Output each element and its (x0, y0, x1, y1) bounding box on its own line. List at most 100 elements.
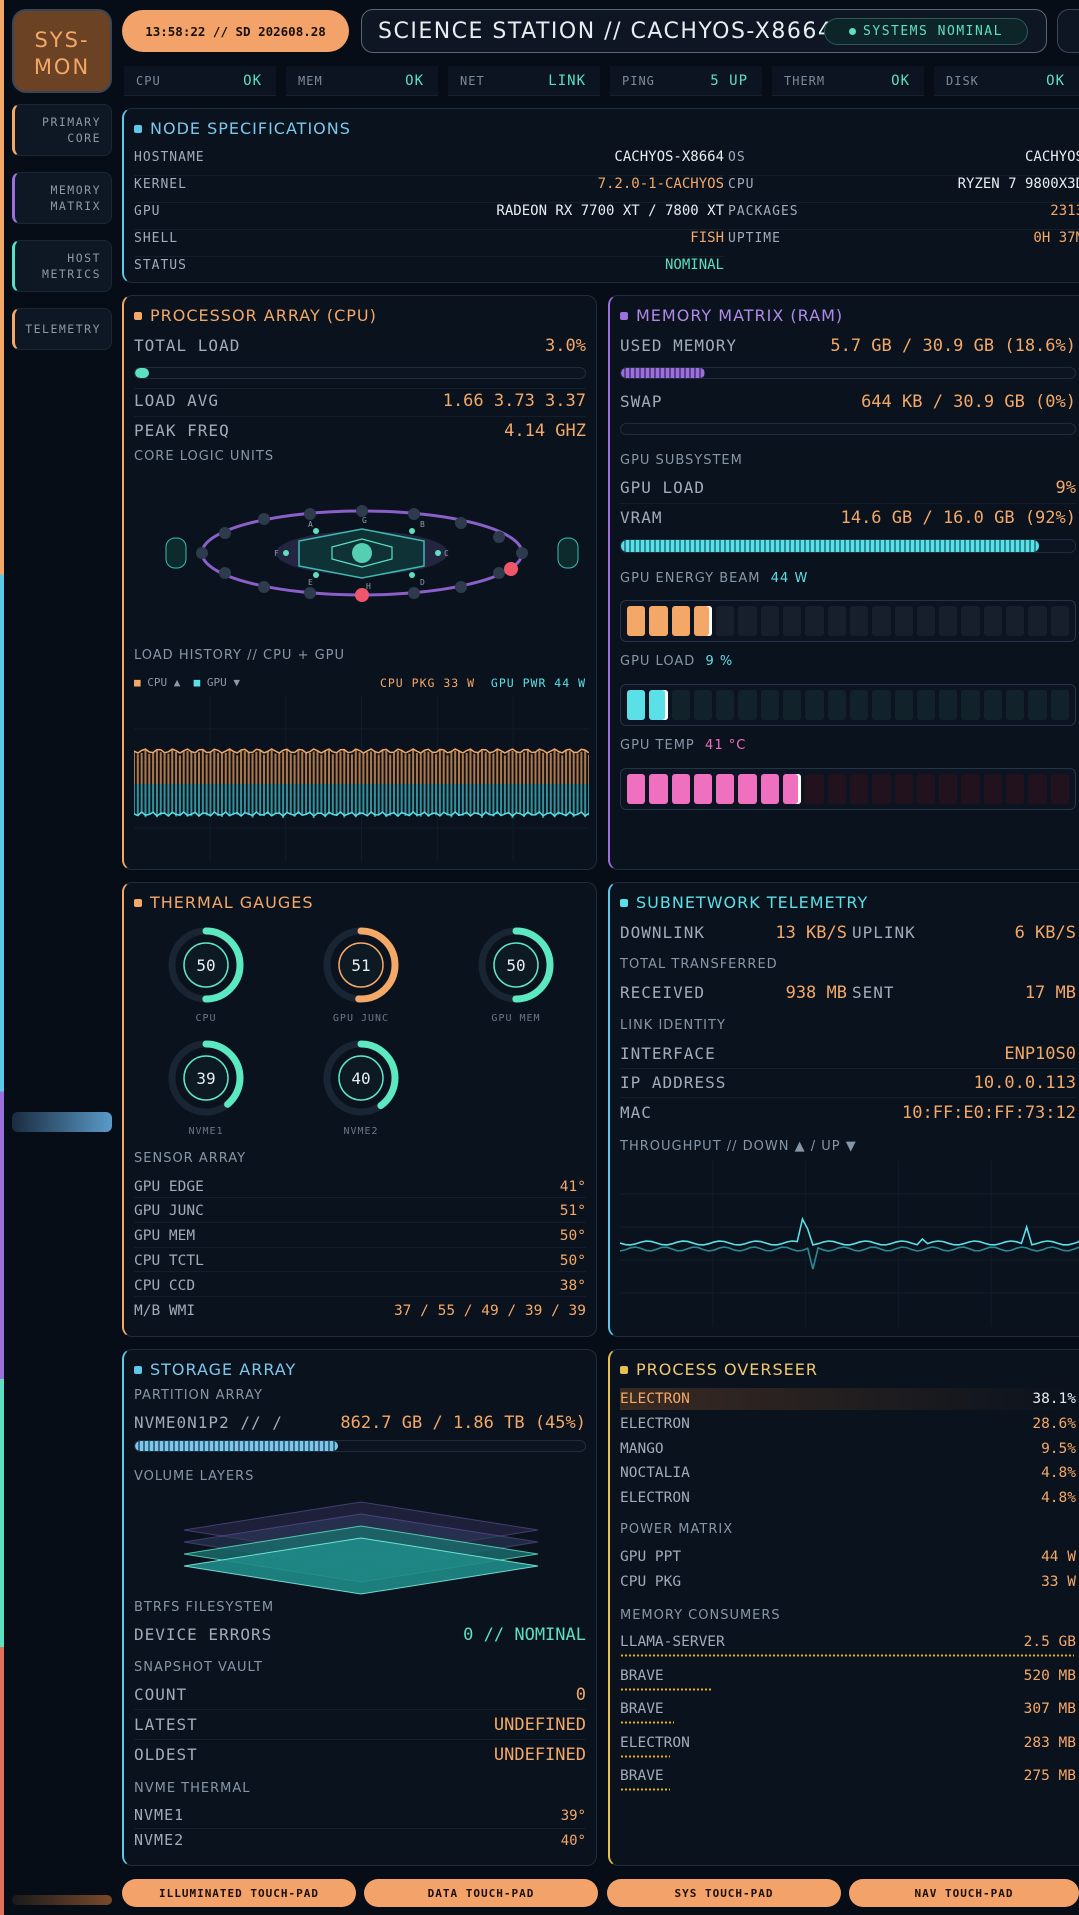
process-row[interactable]: ELECTRON 28.6% (620, 1413, 1076, 1435)
vram-value: 14.6 GB / 16.0 GB (92%) (840, 508, 1076, 528)
nav-memory-matrix[interactable]: MEMORY MATRIX (12, 172, 112, 224)
meter-segment (716, 774, 735, 804)
gauge-caption: GPU MEM (491, 1013, 541, 1024)
meter-segment (1050, 690, 1069, 720)
meter-segment (939, 690, 958, 720)
process-row[interactable]: ELECTRON 4.8% (620, 1487, 1076, 1509)
meter-segment (627, 606, 646, 636)
swap-value: 644 KB / 30.9 GB (0%) (861, 392, 1076, 412)
meter-segment (738, 606, 757, 636)
thermal-gauge: 40 NVME2 (321, 1038, 401, 1137)
gauge-ring: 50 (478, 927, 554, 1003)
cpu-panel: PROCESSOR ARRAY (CPU) TOTAL LOAD 3.0% LOA… (122, 295, 597, 870)
meter-segment (916, 606, 936, 636)
network-panel-title: SUBNETWORK TELEMETRY (636, 893, 869, 912)
orbit-label: C (444, 549, 449, 558)
nav-touchpad-button[interactable]: NAV TOUCH-PAD (849, 1879, 1079, 1907)
sensor-row: CPU TCTL 50° (134, 1250, 586, 1273)
uptime-value: 0H 37M (1033, 230, 1079, 246)
meter-segment (1028, 606, 1047, 636)
used-memory-value: 5.7 GB / 30.9 GB (18.6%) (830, 336, 1076, 356)
meter-segment (983, 690, 1003, 720)
process-row[interactable]: NOCTALIA 4.8% (620, 1462, 1076, 1484)
node-status-value: NOMINAL (664, 257, 724, 273)
status-therm: THERM OK (772, 66, 924, 96)
cpu-model-value: RYZEN 7 9800X3D (957, 176, 1079, 192)
status-cpu: CPU OK (124, 66, 276, 96)
sensor-row: GPU MEM 50° (134, 1226, 586, 1248)
meter-segment (649, 606, 668, 636)
meter-segment (849, 774, 869, 804)
meter-segment (939, 774, 958, 804)
orbit-label: F (274, 549, 279, 558)
received-value: 938 MB (785, 983, 847, 1003)
meter-segment (649, 690, 668, 720)
os-value: CACHYOS (1024, 149, 1079, 165)
thermal-gauge: 50 GPU MEM (476, 925, 556, 1024)
data-touchpad-button[interactable]: DATA TOUCH-PAD (364, 1879, 598, 1907)
meter-segment (872, 774, 891, 804)
power-gpu-ppt: GPU PPT 44 W (620, 1549, 1076, 1565)
power-cpu-pkg: CPU PKG 33 W (620, 1574, 1076, 1590)
gauge-value: 51 (351, 956, 370, 975)
meter-segment (760, 606, 780, 636)
gauge-caption: NVME1 (188, 1126, 224, 1137)
nav-telemetry[interactable]: TELEMETRY (12, 308, 112, 350)
throughput-line (620, 1216, 1079, 1246)
thermal-gauge: 51 GPU JUNC (321, 925, 401, 1024)
section-marker-icon (620, 898, 628, 907)
gauge-ring: 51 (323, 927, 399, 1003)
meter-segment (1006, 774, 1025, 804)
orbit-label: D (420, 578, 425, 587)
meter-segment (939, 606, 958, 636)
gauge-ring: 40 (323, 1040, 399, 1116)
sent-value: 17 MB (1024, 983, 1076, 1003)
thermal-panel: THERMAL GAUGES 50 CPU 51 GPU JUNC 50 GPU… (122, 882, 597, 1337)
meter-segment (671, 690, 690, 720)
gauge-ring: 50 (168, 927, 244, 1003)
memory-consumer-row: ELECTRON 283 MB (620, 1734, 1076, 1751)
app-logo: SYS- MON (12, 9, 112, 93)
memory-consumer-bar (620, 1654, 1074, 1657)
left-accent-rail (0, 0, 4, 1915)
gpu-load-meter (620, 684, 1076, 726)
process-panel: PROCESS OVERSEER ELECTRON 38.1% ELECTRON 28… (608, 1349, 1079, 1866)
nav-primary-core[interactable]: PRIMARY CORE (12, 104, 112, 156)
downlink-value: 13 KB/S (775, 923, 847, 943)
swap-bar (620, 423, 1076, 435)
meter-segment (961, 690, 980, 720)
node-specs-title: NODE SPECIFICATIONS (134, 119, 351, 138)
process-row[interactable]: MANGO 9.5% (620, 1438, 1076, 1460)
section-marker-icon (620, 311, 628, 320)
sys-touchpad-button[interactable]: SYS TOUCH-PAD (607, 1879, 841, 1907)
memory-consumer-row: BRAVE 307 MB (620, 1701, 1076, 1717)
meter-segment (783, 774, 802, 804)
title-bar-extension (1057, 9, 1079, 53)
meter-segment (693, 774, 713, 804)
process-panel-title: PROCESS OVERSEER (636, 1360, 819, 1379)
cpu-load-bar (134, 367, 586, 379)
gpu-energy-beam-meter (620, 600, 1076, 642)
station-title: SCIENCE STATION // CACHYOS-X8664 (378, 18, 834, 44)
meter-segment (983, 606, 1003, 636)
orbit-label: H (366, 582, 371, 591)
illuminated-touchpad-button[interactable]: ILLUMINATED TOUCH-PAD (122, 1879, 356, 1907)
node-specs-panel: NODE SPECIFICATIONS HOSTNAME CACHYOS-X866… (122, 108, 1079, 283)
shell-value: FISH (690, 230, 724, 246)
meter-segment (760, 774, 780, 804)
cpu-panel-title: PROCESSOR ARRAY (CPU) (150, 306, 377, 325)
meter-segment (983, 774, 1003, 804)
orbit-label: E (308, 578, 313, 587)
gpu-load-meter-value: 9 % (705, 654, 734, 669)
section-marker-icon (134, 898, 142, 907)
cpu-peak-freq: 4.14 GHZ (504, 421, 586, 441)
meter-segment (671, 774, 690, 804)
memory-panel-title: MEMORY MATRIX (RAM) (636, 306, 844, 325)
nav-footer-bar (12, 1895, 112, 1905)
nav-host-metrics[interactable]: HOST METRICS (12, 240, 112, 292)
status-disk: DISK OK (934, 66, 1079, 96)
gauge-value: 39 (196, 1069, 215, 1088)
storage-panel: STORAGE ARRAY PARTITION ARRAY NVME0N1P2 … (122, 1349, 597, 1866)
process-row[interactable]: ELECTRON 38.1% (620, 1388, 1076, 1410)
nav-scroll-indicator[interactable] (12, 1112, 112, 1132)
